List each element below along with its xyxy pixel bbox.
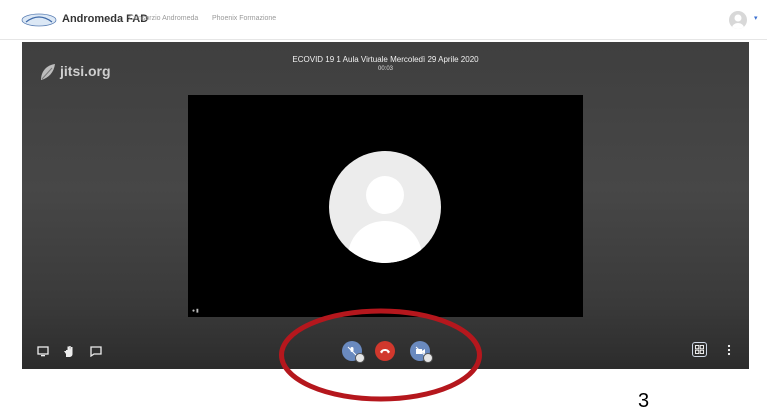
user-icon (732, 14, 744, 29)
participant-avatar (329, 151, 441, 263)
annotation-ellipse (279, 308, 482, 402)
jitsi-leaf-icon (41, 64, 55, 80)
call-timer: 00:03 (377, 66, 393, 72)
raise-hand-icon (64, 345, 73, 357)
default-user-icon (347, 176, 423, 263)
chat-button[interactable] (88, 344, 104, 358)
connection-indicator-icon[interactable]: ● ▮ (192, 308, 199, 314)
andromeda-logo[interactable] (21, 13, 57, 27)
top-navigation: Andromeda FAD Consorzio Andromeda Phoeni… (0, 0, 767, 40)
screen-share-icon (37, 345, 49, 356)
room-title: ECOVID 19 1 Aula Virtuale Mercoledì 29 A… (292, 55, 479, 64)
more-vertical-icon (727, 344, 731, 355)
raise-hand-button[interactable] (61, 344, 77, 358)
chat-icon (90, 345, 102, 357)
tile-view-button[interactable] (692, 342, 707, 357)
large-video[interactable]: ● ▮ (188, 95, 583, 317)
chevron-down-icon[interactable]: ▾ (754, 14, 758, 22)
nav-link-phoenix[interactable]: Phoenix Formazione (212, 15, 276, 22)
tile-view-icon (695, 345, 704, 354)
screen-share-button[interactable] (35, 344, 51, 358)
page-number-annotation: 3 (638, 390, 650, 412)
nav-link-consorzio[interactable]: Consorzio Andromeda (129, 15, 198, 22)
more-options-button[interactable] (725, 342, 733, 357)
user-avatar[interactable] (729, 11, 747, 29)
